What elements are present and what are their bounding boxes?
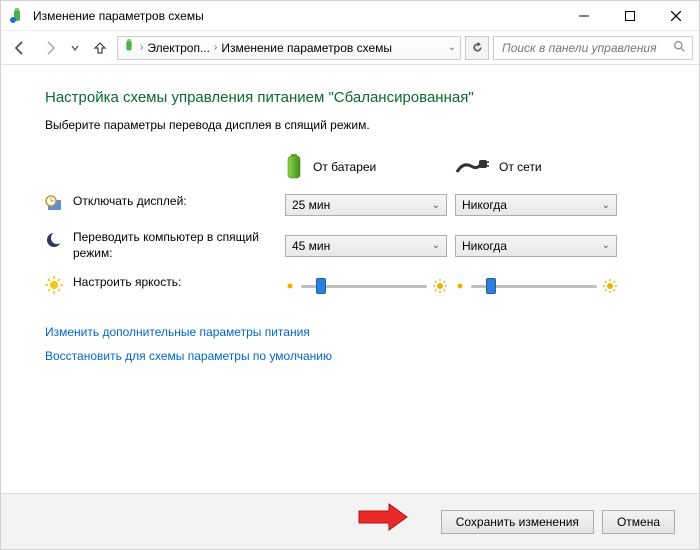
ac-plug-icon	[455, 158, 489, 176]
brightness-battery-slider-cell	[285, 276, 455, 296]
sun-small-icon	[455, 281, 465, 291]
minimize-button[interactable]	[561, 1, 607, 31]
moon-icon	[45, 231, 63, 252]
power-options-icon	[9, 8, 25, 24]
setting-row-display-off: Отключать дисплей: 25 мин ⌄ Никогда ⌄	[45, 194, 655, 216]
dropdown-value: Никогда	[462, 239, 602, 253]
setting-label: Настроить яркость:	[73, 275, 181, 291]
clock-monitor-icon	[45, 195, 63, 216]
navigation-bar: › Электроп... › Изменение параметров схе…	[1, 31, 699, 65]
search-icon	[673, 40, 686, 56]
display-off-ac-dropdown[interactable]: Никогда ⌄	[455, 194, 617, 216]
breadcrumb-item[interactable]: Электроп...	[147, 41, 210, 55]
links-section: Изменить дополнительные параметры питани…	[45, 325, 655, 363]
setting-label: Отключать дисплей:	[73, 194, 187, 210]
main-content: Настройка схемы управления питанием "Сба…	[1, 65, 699, 383]
advanced-settings-link[interactable]: Изменить дополнительные параметры питани…	[45, 325, 655, 339]
window-title: Изменение параметров схемы	[33, 9, 561, 23]
sun-icon	[45, 276, 63, 297]
sleep-battery-dropdown[interactable]: 45 мин ⌄	[285, 235, 447, 257]
chevron-right-icon: ›	[214, 42, 217, 53]
chevron-right-icon: ›	[140, 42, 143, 53]
dropdown-value: 25 мин	[292, 198, 432, 212]
save-button[interactable]: Сохранить изменения	[441, 510, 594, 534]
history-dropdown-button[interactable]	[67, 35, 83, 61]
chevron-down-icon: ⌄	[432, 240, 440, 251]
column-label: От батареи	[313, 160, 376, 174]
maximize-button[interactable]	[607, 1, 653, 31]
refresh-button[interactable]	[465, 36, 489, 60]
display-off-battery-dropdown[interactable]: 25 мин ⌄	[285, 194, 447, 216]
sun-large-icon	[603, 279, 617, 293]
address-bar[interactable]: › Электроп... › Изменение параметров схе…	[117, 36, 461, 60]
setting-row-brightness: Настроить яркость:	[45, 275, 655, 297]
setting-label: Переводить компьютер в спящий режим:	[73, 230, 273, 261]
sleep-ac-dropdown[interactable]: Никогда ⌄	[455, 235, 617, 257]
close-button[interactable]	[653, 1, 699, 31]
chevron-down-icon: ⌄	[602, 200, 610, 211]
chevron-down-icon: ⌄	[432, 200, 440, 211]
breadcrumb-item[interactable]: Изменение параметров схемы	[221, 41, 443, 55]
battery-icon	[285, 154, 303, 180]
cancel-button[interactable]: Отмена	[602, 510, 675, 534]
ac-column-header: От сети	[455, 154, 625, 180]
up-button[interactable]	[87, 35, 113, 61]
page-heading: Настройка схемы управления питанием "Сба…	[45, 89, 655, 106]
brightness-ac-slider-cell	[455, 276, 625, 296]
column-label: От сети	[499, 160, 542, 174]
window-controls	[561, 1, 699, 31]
search-box[interactable]	[493, 36, 693, 60]
dropdown-value: 45 мин	[292, 239, 432, 253]
dropdown-value: Никогда	[462, 198, 602, 212]
dialog-footer: Сохранить изменения Отмена	[1, 493, 699, 549]
page-subtitle: Выберите параметры перевода дисплея в сп…	[45, 118, 655, 132]
power-options-icon	[122, 39, 136, 56]
setting-row-sleep: Переводить компьютер в спящий режим: 45 …	[45, 230, 655, 261]
forward-button[interactable]	[37, 35, 63, 61]
brightness-battery-slider[interactable]	[301, 276, 427, 296]
chevron-down-icon: ⌄	[602, 240, 610, 251]
title-bar: Изменение параметров схемы	[1, 1, 699, 31]
search-input[interactable]	[500, 40, 673, 56]
chevron-down-icon[interactable]: ⌄	[448, 42, 456, 53]
red-arrow-annotation-icon	[357, 502, 409, 535]
restore-defaults-link[interactable]: Восстановить для схемы параметры по умол…	[45, 349, 655, 363]
brightness-ac-slider[interactable]	[471, 276, 597, 296]
column-headers: От батареи От сети	[285, 154, 655, 180]
sun-large-icon	[433, 279, 447, 293]
sun-small-icon	[285, 281, 295, 291]
back-button[interactable]	[7, 35, 33, 61]
battery-column-header: От батареи	[285, 154, 455, 180]
